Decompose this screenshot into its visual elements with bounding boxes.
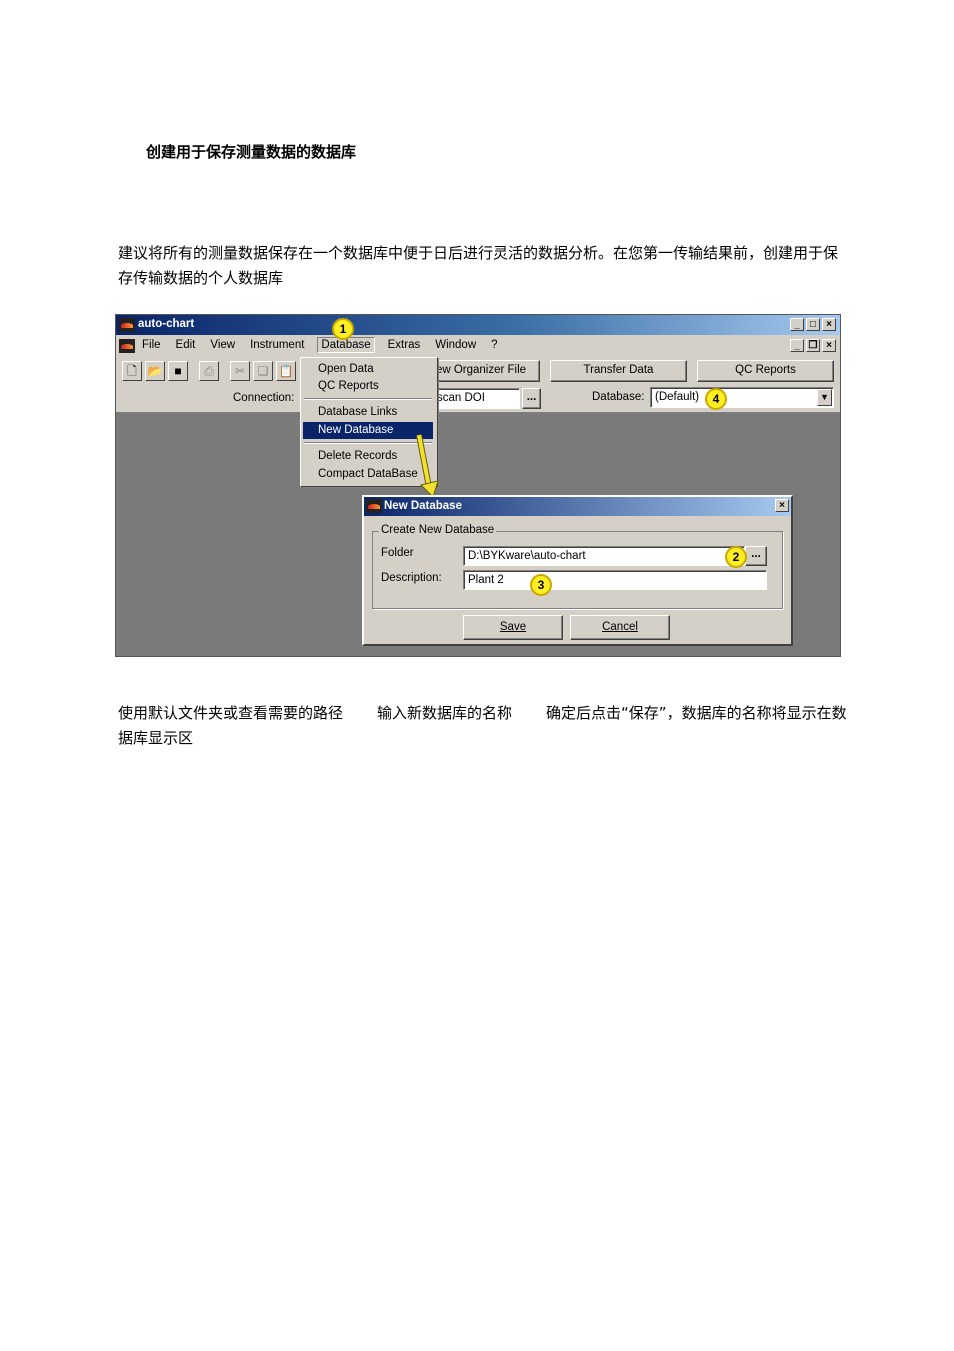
app-screenshot: auto-chart _ □ × File Edit View Instrume… (115, 314, 841, 657)
folder-label: Folder (381, 547, 414, 559)
callout-marker-2: 2 (725, 546, 747, 568)
dialog-icon (366, 499, 382, 513)
page-heading: 创建用于保存测量数据的数据库 (146, 143, 357, 161)
folder-field[interactable]: D:\BYKware\auto-chart (463, 546, 745, 566)
callout-marker-4: 4 (705, 388, 727, 410)
new-database-dialog: New Database × Create New Database Folde… (362, 495, 793, 646)
description-label: Description: (381, 572, 442, 584)
dialog-titlebar: New Database × (364, 497, 791, 516)
description-field[interactable]: Plant 2 (463, 570, 767, 590)
create-database-group: Create New Database Folder D:\BYKware\au… (372, 524, 783, 609)
dialog-title: New Database (384, 500, 462, 512)
caption-step-name: 输入新数据库的名称 (377, 704, 513, 722)
dialog-close-icon[interactable]: × (775, 499, 789, 512)
callout-marker-3: 3 (530, 574, 552, 596)
save-button[interactable]: Save (463, 615, 563, 640)
cancel-button[interactable]: Cancel (570, 615, 670, 640)
callout-marker-1: 1 (332, 318, 354, 340)
group-title: Create New Database (379, 524, 497, 536)
caption-paragraph: 使用默认文件夹或查看需要的路径 输入新数据库的名称 确定后点击“保存”，数据库的名称… (118, 701, 848, 751)
folder-browse-button[interactable]: ... (745, 546, 767, 566)
intro-paragraph: 建议将所有的测量数据保存在一个数据库中便于日后进行灵活的数据分析。在您第一传输结… (118, 244, 839, 287)
caption-step-folder: 使用默认文件夹或查看需要的路径 (118, 704, 344, 722)
